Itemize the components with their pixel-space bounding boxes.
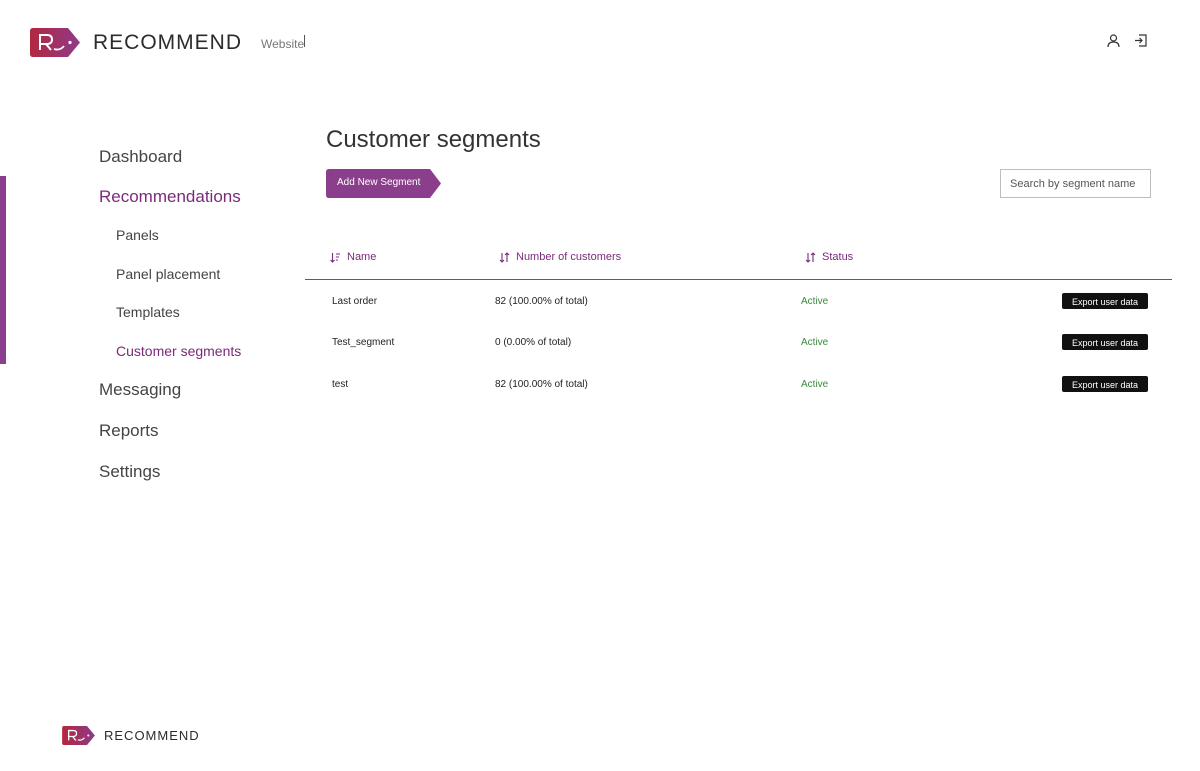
- search-segment-input[interactable]: [1000, 169, 1151, 198]
- column-header-status[interactable]: Status: [805, 251, 853, 263]
- export-user-data-button[interactable]: Export user data: [1062, 334, 1148, 350]
- status-badge: Active: [801, 379, 829, 390]
- sidebar-item-templates[interactable]: Templates: [116, 304, 180, 320]
- export-user-data-button[interactable]: Export user data: [1062, 293, 1148, 309]
- sort-icon: [805, 251, 816, 263]
- cell-name: test: [332, 379, 349, 390]
- export-user-data-button[interactable]: Export user data: [1062, 376, 1148, 392]
- add-new-segment-label: Add New Segment: [337, 177, 421, 188]
- column-label-name: Name: [347, 251, 377, 263]
- website-selector[interactable]: Website: [261, 37, 304, 51]
- table-row: Last order 82 (100.00% of total) Active …: [305, 293, 1172, 313]
- sidebar-item-customer-segments[interactable]: Customer segments: [116, 343, 241, 359]
- brand-logo[interactable]: RECOMMEND: [30, 28, 242, 57]
- sort-icon: [499, 251, 510, 263]
- status-badge: Active: [801, 337, 829, 348]
- cell-name: Test_segment: [332, 337, 395, 348]
- table-header: Name Number of customers Status: [305, 248, 1172, 280]
- column-label-status: Status: [822, 251, 854, 263]
- header-actions: [1106, 33, 1148, 48]
- logo-mark-icon: [62, 726, 95, 745]
- cell-customers: 0 (0.00% of total): [495, 337, 572, 348]
- table-row: test 82 (100.00% of total) Active Export…: [305, 376, 1172, 396]
- text-cursor: [304, 35, 305, 47]
- sidebar-active-indicator: [0, 176, 6, 364]
- add-new-segment-button[interactable]: Add New Segment: [326, 169, 441, 198]
- sidebar-item-panels[interactable]: Panels: [116, 227, 159, 243]
- page-title: Customer segments: [326, 126, 541, 153]
- column-label-customers: Number of customers: [516, 251, 622, 263]
- brand-name: RECOMMEND: [93, 30, 242, 54]
- table-row: Test_segment 0 (0.00% of total) Active E…: [305, 334, 1172, 354]
- cell-name: Last order: [332, 296, 378, 307]
- cell-customers: 82 (100.00% of total): [495, 379, 588, 390]
- footer-logo: RECOMMEND: [62, 726, 200, 745]
- sidebar-item-settings[interactable]: Settings: [99, 462, 160, 482]
- column-header-name[interactable]: Name: [330, 251, 376, 263]
- logout-icon[interactable]: [1133, 33, 1148, 48]
- sidebar-item-dashboard[interactable]: Dashboard: [99, 147, 182, 167]
- sidebar-item-recommendations[interactable]: Recommendations: [99, 187, 241, 207]
- footer-brand-name: RECOMMEND: [104, 728, 200, 743]
- sidebar-item-panel-placement[interactable]: Panel placement: [116, 266, 220, 282]
- status-badge: Active: [801, 296, 829, 307]
- column-header-customers[interactable]: Number of customers: [499, 251, 621, 263]
- page: RECOMMEND Website Dashboard Recommendati…: [0, 0, 1200, 771]
- cell-customers: 82 (100.00% of total): [495, 296, 588, 307]
- sidebar-item-reports[interactable]: Reports: [99, 421, 159, 441]
- user-icon[interactable]: [1106, 33, 1121, 48]
- sort-alpha-icon: [330, 252, 340, 263]
- sidebar-item-messaging[interactable]: Messaging: [99, 380, 181, 400]
- logo-mark-icon: [30, 28, 80, 57]
